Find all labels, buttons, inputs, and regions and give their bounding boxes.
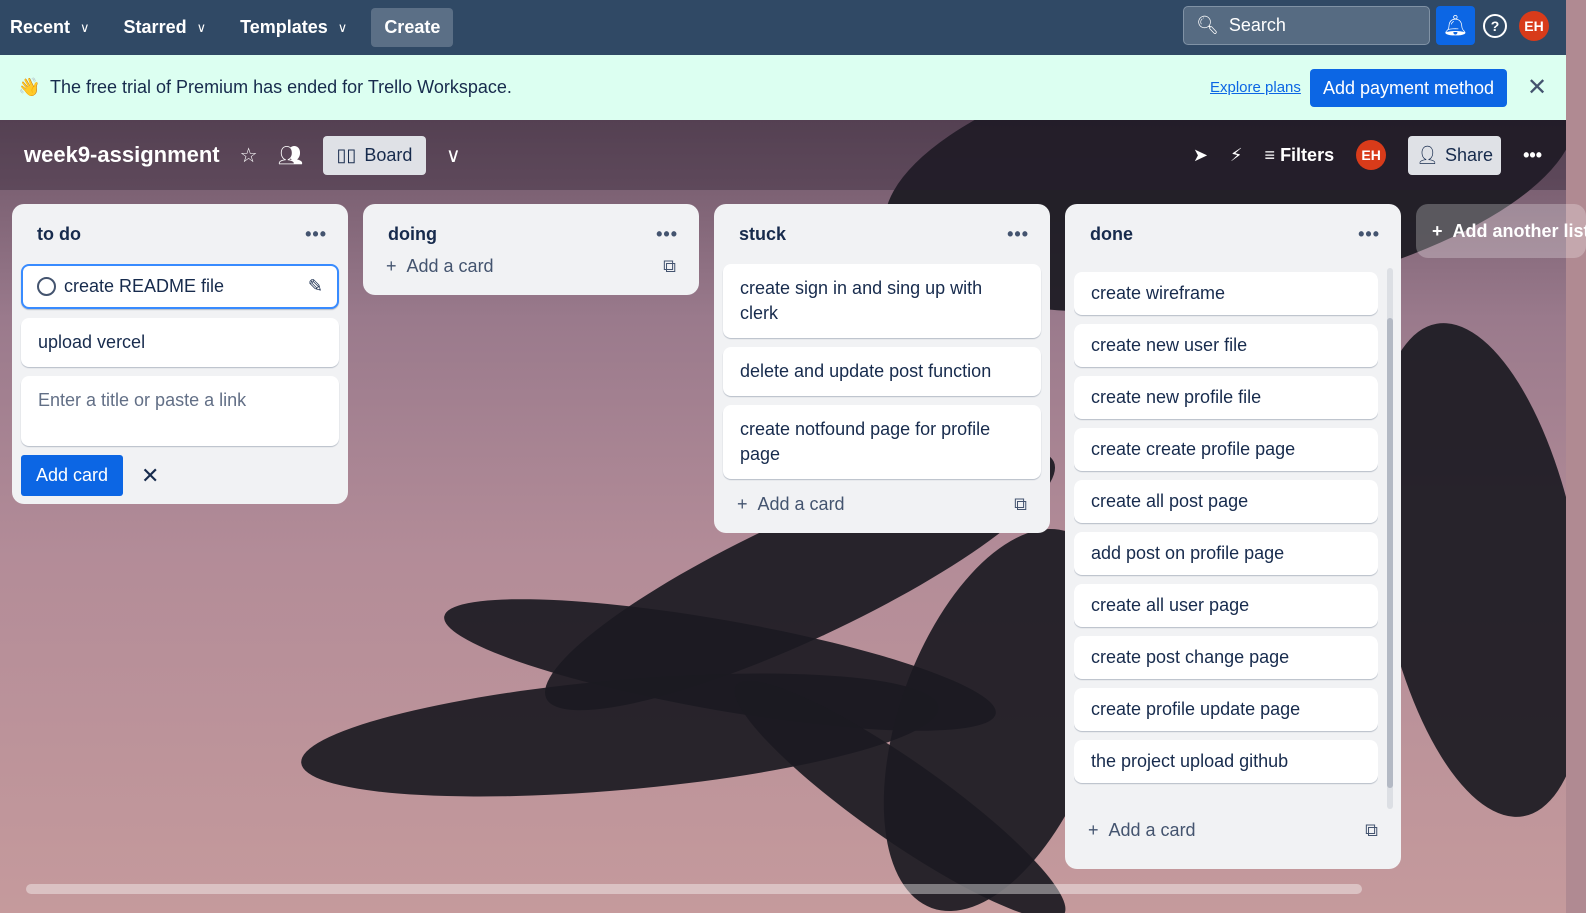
top-nav: Recent ∨ Starred ∨ Templates ∨ Create 🔍︎ Sea… bbox=[0, 0, 1566, 55]
add-list-label: Add another list bbox=[1452, 220, 1586, 241]
card[interactable]: create profile update page bbox=[1074, 688, 1378, 731]
recent-label: Recent bbox=[10, 17, 71, 37]
card-title-input[interactable]: Enter a title or paste a link bbox=[21, 376, 339, 446]
add-card-label: Add a card bbox=[1108, 820, 1196, 840]
card-title: create README file bbox=[64, 276, 225, 296]
list-menu-icon[interactable]: ••• bbox=[1007, 224, 1029, 245]
card[interactable]: create create profile page bbox=[1074, 428, 1378, 471]
card[interactable]: the project upload github bbox=[1074, 740, 1378, 783]
plus-icon: + bbox=[1088, 820, 1099, 840]
board-header: week9-assignment ☆ 👥︎ ▯▯ Board ∨ ➤ ⚡︎ ≡ F… bbox=[0, 120, 1566, 190]
card[interactable]: delete and update post function bbox=[723, 347, 1041, 396]
add-list-button[interactable]: + Add another list bbox=[1416, 204, 1586, 258]
card[interactable]: upload vercel bbox=[21, 318, 339, 367]
chevron-down-icon: ∨ bbox=[80, 19, 90, 35]
recent-menu[interactable]: Recent ∨ bbox=[10, 17, 90, 38]
add-payment-method-button[interactable]: Add payment method bbox=[1310, 69, 1507, 107]
board-view-label: Board bbox=[364, 144, 413, 165]
list-doing: doing ••• + Add a card ⧉ bbox=[363, 204, 699, 295]
list-scrollbar[interactable] bbox=[1387, 268, 1393, 809]
list-title[interactable]: stuck bbox=[739, 224, 786, 245]
chevron-down-icon[interactable]: ∨ bbox=[446, 143, 461, 168]
wave-icon: 👋 bbox=[18, 77, 41, 97]
plus-icon: + bbox=[737, 494, 748, 514]
add-card-button[interactable]: + Add a card bbox=[386, 256, 494, 277]
board-icon: ▯▯ bbox=[336, 144, 357, 165]
plus-icon: + bbox=[386, 256, 397, 276]
member-avatar[interactable]: EH bbox=[1356, 140, 1387, 170]
list-to-do: to do ••• create README file ✎ upload verc… bbox=[12, 204, 348, 504]
trial-banner: 👋 The free trial of Premium has ended fo… bbox=[0, 55, 1566, 120]
user-avatar[interactable]: EH bbox=[1519, 11, 1549, 41]
explore-plans-link[interactable]: Explore plans bbox=[1210, 79, 1301, 96]
search-icon: 🔍︎ bbox=[1196, 15, 1219, 35]
help-icon[interactable]: ? bbox=[1483, 14, 1507, 38]
board-view-button[interactable]: ▯▯ Board bbox=[322, 135, 426, 175]
star-icon[interactable]: ☆ bbox=[240, 143, 258, 168]
list-title[interactable]: doing bbox=[388, 224, 437, 245]
banner-message: The free trial of Premium has ended for … bbox=[50, 77, 512, 97]
filters-label: Filters bbox=[1280, 144, 1335, 165]
more-icon[interactable]: ••• bbox=[1523, 145, 1542, 166]
board-title[interactable]: week9-assignment bbox=[24, 142, 220, 168]
filters-button[interactable]: ≡ Filters bbox=[1265, 145, 1335, 166]
card[interactable]: create new user file bbox=[1074, 324, 1378, 367]
add-card-button[interactable]: + Add a card bbox=[1088, 820, 1196, 841]
card[interactable]: create wireframe bbox=[1074, 272, 1378, 315]
starred-menu[interactable]: Starred ∨ bbox=[124, 17, 207, 38]
template-icon[interactable]: ⧉ bbox=[663, 256, 676, 277]
close-icon[interactable]: ✕ bbox=[141, 463, 159, 489]
templates-menu[interactable]: Templates ∨ bbox=[240, 17, 347, 38]
template-icon[interactable]: ⧉ bbox=[1365, 820, 1378, 841]
board-horizontal-scrollbar[interactable] bbox=[26, 884, 1362, 894]
plus-icon: + bbox=[1432, 220, 1443, 241]
share-button[interactable]: 👤︎ Share bbox=[1408, 135, 1502, 175]
list-title[interactable]: to do bbox=[37, 224, 81, 245]
starred-label: Starred bbox=[123, 17, 187, 37]
card[interactable]: create new profile file bbox=[1074, 376, 1378, 419]
card[interactable]: create sign in and sing up with clerk bbox=[723, 264, 1041, 338]
list-menu-icon[interactable]: ••• bbox=[1358, 224, 1380, 245]
add-card-button[interactable]: Add card bbox=[21, 455, 124, 496]
list-stuck: stuck ••• create sign in and sing up with… bbox=[714, 204, 1050, 533]
complete-circle-icon[interactable] bbox=[37, 277, 56, 296]
list-menu-icon[interactable]: ••• bbox=[656, 224, 678, 245]
add-card-button[interactable]: + Add a card bbox=[737, 494, 845, 515]
create-button[interactable]: Create bbox=[371, 8, 454, 47]
template-icon[interactable]: ⧉ bbox=[1014, 494, 1027, 515]
close-icon[interactable]: ✕ bbox=[1527, 73, 1547, 102]
list-menu-icon[interactable]: ••• bbox=[305, 224, 327, 245]
list-title[interactable]: done bbox=[1090, 224, 1133, 245]
chevron-down-icon: ∨ bbox=[196, 19, 207, 35]
card[interactable]: add post on profile page bbox=[1074, 532, 1378, 575]
templates-label: Templates bbox=[240, 17, 328, 37]
workspace-visibility-icon[interactable]: 👥︎ bbox=[278, 143, 303, 168]
card[interactable]: create notfound page for profile page bbox=[723, 405, 1041, 479]
power-ups-icon[interactable]: ➤ bbox=[1193, 145, 1208, 166]
automation-icon[interactable]: ⚡︎ bbox=[1230, 145, 1243, 166]
search-placeholder: Search bbox=[1228, 15, 1286, 35]
card[interactable]: create README file ✎ bbox=[21, 264, 339, 309]
card[interactable]: create all post page bbox=[1074, 480, 1378, 523]
add-card-label: Add a card bbox=[406, 256, 494, 276]
card[interactable]: create all user page bbox=[1074, 584, 1378, 627]
card[interactable]: create post change page bbox=[1074, 636, 1378, 679]
list-done: done ••• create wireframe create new user… bbox=[1065, 204, 1401, 869]
add-person-icon: 👤︎ bbox=[1416, 144, 1439, 165]
share-label: Share bbox=[1445, 144, 1494, 165]
add-card-label: Add a card bbox=[757, 494, 845, 514]
chevron-down-icon: ∨ bbox=[337, 19, 348, 35]
edit-icon[interactable]: ✎ bbox=[308, 274, 323, 299]
search-input[interactable]: 🔍︎ Search bbox=[1183, 6, 1430, 45]
notifications-bell-icon[interactable]: 🔔︎ bbox=[1436, 6, 1475, 45]
